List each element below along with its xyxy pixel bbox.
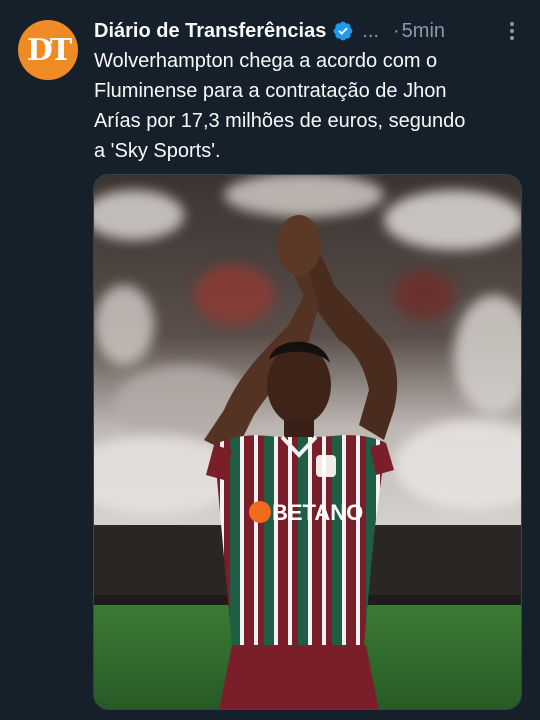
- sponsor-logo: BETANO: [272, 500, 363, 525]
- more-options-icon[interactable]: [506, 20, 518, 42]
- player-photo: BETANO: [94, 175, 521, 709]
- timestamp[interactable]: 5min: [402, 20, 445, 43]
- tweet[interactable]: DT Diário de Transferências ... · 5min W…: [0, 0, 540, 720]
- tweet-text-line: Fluminense para a contratação de Jhon: [94, 80, 447, 102]
- tweet-text-line: a 'Sky Sports'.: [94, 140, 221, 162]
- account-name[interactable]: Diário de Transferências: [94, 20, 326, 43]
- tweet-text-line: Wolverhampton chega a acordo com o: [94, 50, 438, 72]
- name-truncation: ...: [362, 19, 379, 42]
- separator-dot: ·: [393, 19, 400, 42]
- tweet-header: Diário de Transferências ... · 5min: [94, 16, 526, 46]
- verified-badge-icon: [333, 21, 353, 41]
- tweet-photo[interactable]: BETANO: [93, 174, 522, 710]
- avatar-logo: DT: [26, 32, 72, 68]
- tweet-text-line: Arías por 17,3 milhões de euros, segundo: [94, 110, 466, 132]
- avatar[interactable]: DT: [18, 20, 78, 80]
- tweet-text: Wolverhampton chega a acordo com o Flumi…: [94, 46, 524, 166]
